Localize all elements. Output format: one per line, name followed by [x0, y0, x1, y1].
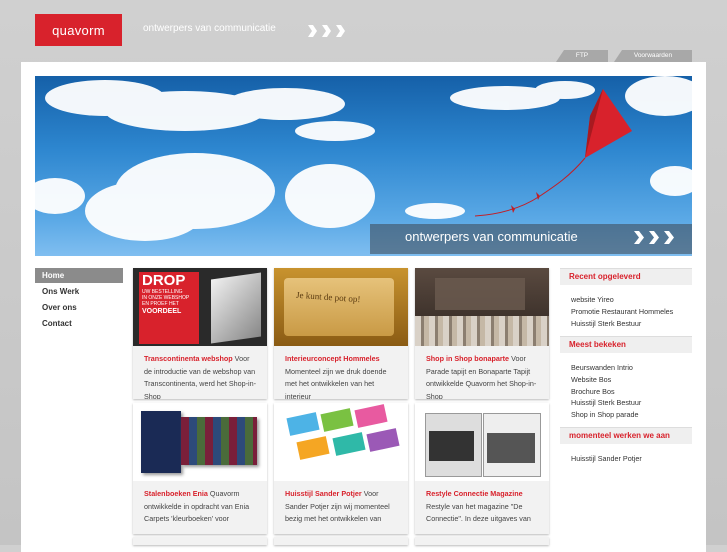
project-card[interactable]	[415, 537, 549, 545]
sidebar-link[interactable]: Huisstijl Sterk Bestuur	[571, 397, 692, 409]
header-arrows-icon	[307, 25, 346, 37]
project-thumbnail: DROP UW BESTELLING IN ONZE WEBSHOP EN PR…	[133, 268, 267, 346]
sidebar-link[interactable]: website Yireo	[571, 294, 692, 306]
sidebar-link[interactable]: Shop in Shop parade	[571, 409, 692, 421]
sidebar-heading: momenteel werken we aan	[560, 427, 692, 444]
project-card[interactable]: Stalenboeken Enia Quavorm ontwikkelde in…	[133, 403, 267, 534]
tab-voorwaarden[interactable]: Voorwaarden	[614, 50, 692, 62]
nav-home[interactable]: Home	[35, 268, 123, 283]
quavorm-logo[interactable]: quavorm	[35, 14, 122, 46]
sidebar-link[interactable]: Promotie Restaurant Hommeles	[571, 306, 692, 318]
sidebar-recent: Recent opgeleverd website Yireo Promotie…	[560, 268, 692, 329]
sidebar-current-work: momenteel werken we aan Huisstijl Sander…	[560, 427, 692, 465]
card-title[interactable]: Interieurconcept Hommeles	[285, 354, 380, 363]
project-thumbnail	[274, 403, 408, 481]
header-tagline: ontwerpers van communicatie	[143, 23, 276, 34]
main-nav: Home Ons Werk Over ons Contact	[35, 268, 123, 332]
project-card[interactable]: DROP UW BESTELLING IN ONZE WEBSHOP EN PR…	[133, 268, 267, 399]
nav-contact[interactable]: Contact	[35, 316, 123, 331]
card-text: Momenteel zijn we druk doende met het on…	[285, 366, 387, 400]
project-thumbnail: Je kunt de pot op!	[274, 268, 408, 346]
card-title[interactable]: Shop in Shop bonaparte	[426, 354, 509, 363]
sidebar-link[interactable]: Huisstijl Sterk Bestuur	[571, 318, 692, 330]
card-title[interactable]: Huisstijl Sander Potjer	[285, 489, 362, 498]
sidebar-most-viewed: Meest bekeken Beurswanden Intrio Website…	[560, 336, 692, 421]
project-card[interactable]: Je kunt de pot op! Interieurconcept Homm…	[274, 268, 408, 399]
project-thumbnail	[415, 268, 549, 346]
nav-over-ons[interactable]: Over ons	[35, 300, 123, 315]
project-card[interactable]	[133, 537, 267, 545]
project-card[interactable]: Restyle Connectie Magazine Restyle van h…	[415, 403, 549, 534]
project-card[interactable]: Huisstijl Sander Potjer Voor Sander Potj…	[274, 403, 408, 534]
sidebar-link[interactable]: Website Bos	[571, 374, 692, 386]
sidebar-heading: Meest bekeken	[560, 336, 692, 353]
nav-ons-werk[interactable]: Ons Werk	[35, 284, 123, 299]
project-thumbnail	[415, 403, 549, 481]
project-card[interactable]: Shop in Shop bonaparte Voor Parade tapij…	[415, 268, 549, 399]
project-thumbnail	[133, 403, 267, 481]
hero-arrows-icon	[633, 231, 675, 244]
card-text: Restyle van het magazine "De Connectie".…	[426, 501, 531, 524]
card-title[interactable]: Restyle Connectie Magazine	[426, 489, 523, 498]
sidebar-link[interactable]: Brochure Bos	[571, 386, 692, 398]
card-title[interactable]: Stalenboeken Enia	[144, 489, 208, 498]
hero-caption: ontwerpers van communicatie	[405, 229, 578, 244]
sidebar-link[interactable]: Beurswanden Intrio	[571, 362, 692, 374]
sidebar-heading: Recent opgeleverd	[560, 268, 692, 285]
project-card[interactable]	[274, 537, 408, 545]
card-title[interactable]: Transcontinenta webshop	[144, 354, 233, 363]
sidebar-link[interactable]: Huisstijl Sander Potjer	[571, 453, 692, 465]
tab-ftp[interactable]: FTP	[556, 50, 608, 62]
top-tabs: FTP Voorwaarden	[556, 50, 692, 62]
